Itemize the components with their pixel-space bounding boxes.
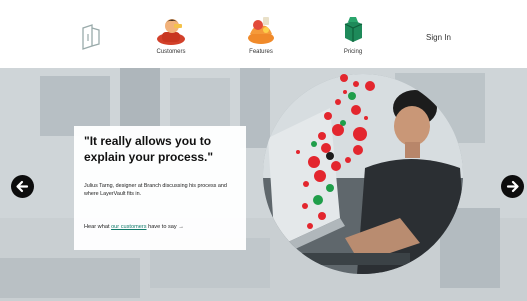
layervault-logo-icon[interactable] (80, 24, 102, 50)
pricing-box-icon (344, 17, 363, 42)
testimonial-attribution: Julius Tarng, designer at Branch discuss… (84, 183, 227, 197)
testimonial-quote: "It really allows you to explain your pr… (84, 134, 214, 164)
nav-customers-label: Customers (156, 49, 186, 55)
nav-customers[interactable]: Customers (136, 12, 206, 55)
sign-in-link[interactable]: Sign In (426, 33, 451, 42)
top-nav: Customers Features Pricing Sign In (0, 0, 527, 68)
nav-features[interactable]: Features (226, 12, 296, 55)
nav-pricing[interactable]: Pricing (318, 12, 388, 55)
arrow-right-icon (506, 180, 519, 193)
nav-features-label: Features (249, 49, 273, 55)
arrow-right-icon[interactable]: → (178, 224, 184, 230)
testimonial-card: "It really allows you to explain your pr… (74, 133, 244, 251)
carousel-next-button[interactable] (501, 175, 524, 198)
cta-prefix: Hear what (84, 224, 110, 230)
testimonial-cta: Hear what our customers have to say → (84, 224, 184, 230)
customer-avatar-icon (157, 19, 185, 45)
arrow-left-icon (16, 180, 29, 193)
customers-link[interactable]: our customers (111, 224, 146, 230)
carousel-prev-button[interactable] (11, 175, 34, 198)
hero-carousel: "It really allows you to explain your pr… (0, 68, 527, 301)
nav-pricing-label: Pricing (343, 49, 363, 55)
features-gadget-icon (248, 17, 274, 44)
cta-suffix: have to say (148, 224, 177, 230)
